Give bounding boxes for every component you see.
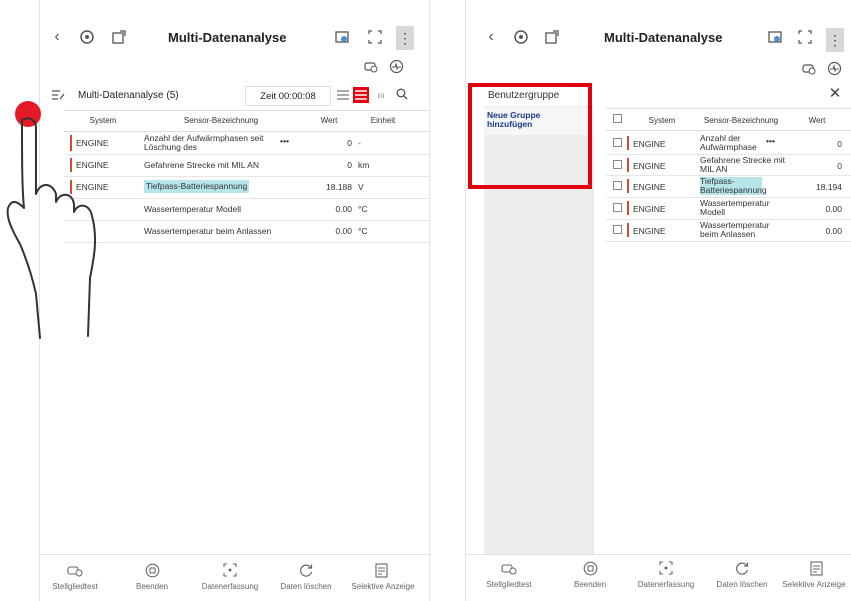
search-icon[interactable] bbox=[395, 87, 409, 101]
more-icon[interactable]: ••• bbox=[766, 137, 775, 146]
col-einheit[interactable]: Einheit bbox=[358, 116, 408, 125]
left-screen: ‹ Multi-Datenanalyse ⋮ Multi-Datenanalys… bbox=[6, 0, 431, 601]
row-checkbox[interactable] bbox=[613, 138, 622, 147]
header-title: Multi-Datenanalyse bbox=[604, 30, 723, 45]
fullscreen-icon[interactable] bbox=[366, 28, 384, 46]
refresh-icon[interactable] bbox=[298, 562, 314, 578]
tap-gesture-hand-icon bbox=[6, 101, 97, 339]
bottom-label-actuator[interactable]: Stellgliedtest bbox=[478, 580, 540, 589]
row-system: ENGINE bbox=[633, 204, 666, 214]
export-icon[interactable] bbox=[543, 28, 561, 46]
list-view-icon[interactable] bbox=[336, 88, 350, 102]
pulse-icon[interactable] bbox=[826, 60, 842, 76]
row-system: ENGINE bbox=[633, 161, 666, 171]
time-display: Zeit 00:00:08 bbox=[245, 86, 331, 106]
row-checkbox[interactable] bbox=[613, 160, 622, 169]
capture-icon[interactable] bbox=[658, 560, 674, 576]
more-icon[interactable]: ••• bbox=[280, 137, 289, 146]
row-value: 18.188 bbox=[326, 182, 352, 192]
bottom-label-actuator[interactable]: Stellgliedtest bbox=[44, 582, 106, 591]
record-icon[interactable] bbox=[766, 28, 784, 46]
row-unit: V bbox=[358, 182, 364, 192]
row-unit: - bbox=[358, 138, 361, 148]
row-sensor: Wassertemperatur Modell bbox=[700, 198, 770, 217]
more-menu-button[interactable]: ⋮ bbox=[396, 26, 414, 50]
bottom-label-stop[interactable]: Beenden bbox=[560, 580, 620, 589]
col-wert[interactable]: Wert bbox=[304, 116, 354, 125]
stop-icon[interactable] bbox=[144, 562, 160, 578]
row-value: 18.194 bbox=[816, 182, 842, 192]
highlight-frame bbox=[468, 83, 592, 189]
row-checkbox[interactable] bbox=[613, 203, 622, 212]
close-icon[interactable]: ✕ bbox=[828, 85, 842, 102]
row-checkbox[interactable] bbox=[613, 181, 622, 190]
row-value: 0.00 bbox=[335, 204, 352, 214]
row-value: 0 bbox=[347, 138, 352, 148]
select-all-checkbox[interactable] bbox=[613, 114, 622, 123]
vehicle-connect-icon[interactable] bbox=[512, 28, 530, 46]
vehicle-connect-icon[interactable] bbox=[78, 28, 96, 46]
actuator-test-icon[interactable] bbox=[66, 562, 84, 578]
row-value: 0 bbox=[837, 161, 842, 171]
bottom-label-selective[interactable]: Selektive Anzeige bbox=[776, 580, 851, 589]
bottom-label-capture[interactable]: Datenerfassung bbox=[630, 580, 702, 589]
row-unit: km bbox=[358, 160, 370, 170]
selective-display-icon[interactable] bbox=[374, 562, 390, 578]
row-sensor: Gefahrene Strecke mit MIL AN bbox=[700, 155, 786, 174]
col-system[interactable]: System bbox=[634, 116, 690, 125]
pulse-icon[interactable] bbox=[388, 58, 404, 74]
row-system: ENGINE bbox=[633, 182, 666, 192]
stop-icon[interactable] bbox=[582, 560, 598, 576]
bottom-label-clear[interactable]: Daten löschen bbox=[272, 582, 340, 591]
capture-icon[interactable] bbox=[222, 562, 238, 578]
header-title: Multi-Datenanalyse bbox=[168, 30, 287, 45]
back-icon[interactable]: ‹ bbox=[50, 28, 64, 46]
bottom-label-selective[interactable]: Selektive Anzeige bbox=[344, 582, 422, 591]
bottom-label-capture[interactable]: Datenerfassung bbox=[195, 582, 265, 591]
row-system: ENGINE bbox=[633, 139, 666, 149]
actuator-test-icon[interactable] bbox=[500, 560, 518, 576]
col-wert[interactable]: Wert bbox=[792, 116, 842, 125]
bottom-label-stop[interactable]: Beenden bbox=[122, 582, 182, 591]
row-value: 0.00 bbox=[335, 226, 352, 236]
table-view-icon[interactable] bbox=[353, 87, 369, 103]
car-icon[interactable] bbox=[362, 58, 378, 74]
selective-display-icon[interactable] bbox=[809, 560, 825, 576]
back-icon[interactable]: ‹ bbox=[484, 28, 498, 46]
bottom-label-clear[interactable]: Daten löschen bbox=[708, 580, 776, 589]
row-value: 0 bbox=[837, 139, 842, 149]
row-value: 0.00 bbox=[825, 226, 842, 236]
export-icon[interactable] bbox=[110, 28, 128, 46]
row-value: 0.00 bbox=[825, 204, 842, 214]
car-icon[interactable] bbox=[800, 60, 816, 76]
refresh-icon[interactable] bbox=[734, 560, 750, 576]
row-checkbox[interactable] bbox=[613, 225, 622, 234]
col-sensor[interactable]: Sensor-Bezeichnung bbox=[696, 116, 786, 125]
record-icon[interactable] bbox=[333, 28, 351, 46]
row-sensor: Tiefpass-Batteriespannung bbox=[700, 176, 767, 195]
row-unit: °C bbox=[358, 226, 368, 236]
row-unit: °C bbox=[358, 204, 368, 214]
row-value: 0 bbox=[347, 160, 352, 170]
right-screen: ‹ Multi-Datenanalyse ⋮ Benutzergruppe Ne… bbox=[465, 0, 851, 601]
fullscreen-icon[interactable] bbox=[796, 28, 814, 46]
more-menu-button[interactable]: ⋮ bbox=[826, 28, 844, 52]
row-sensor: Wassertemperatur beim Anlassen bbox=[700, 220, 770, 239]
row-system: ENGINE bbox=[633, 226, 666, 236]
row-sensor: Anzahl der Aufwärmphase bbox=[700, 133, 757, 152]
graph-view-icon[interactable]: ııı bbox=[373, 88, 389, 102]
col-sensor[interactable]: Sensor-Bezeichnung bbox=[144, 116, 298, 125]
